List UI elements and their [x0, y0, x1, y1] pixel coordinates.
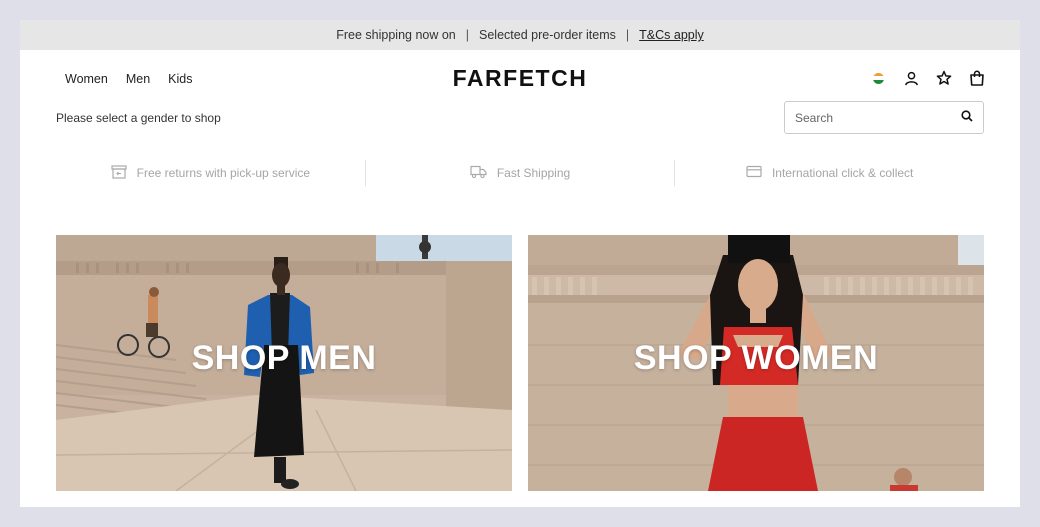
promo-terms-link[interactable]: T&Cs apply: [639, 28, 704, 42]
shop-men-banner[interactable]: SHOP MEN: [56, 235, 512, 491]
benefit-label: International click & collect: [771, 166, 914, 180]
promo-text-preorder: Selected pre-order items: [479, 28, 616, 42]
benefit-label: Free returns with pick-up service: [136, 166, 311, 180]
gender-select-note: Please select a gender to shop: [56, 111, 221, 125]
promo-separator: |: [625, 28, 630, 42]
card-icon: [746, 165, 762, 181]
benefit-shipping: Fast Shipping: [364, 160, 675, 186]
wishlist-star-icon[interactable]: [936, 70, 952, 86]
search-icon[interactable]: [961, 109, 973, 127]
promo-text-shipping: Free shipping now on: [336, 28, 456, 42]
header-actions: [870, 70, 985, 86]
shop-women-label: SHOP WOMEN: [633, 339, 879, 377]
account-icon[interactable]: [903, 70, 919, 86]
returns-box-icon: [111, 164, 127, 182]
page-frame: Free shipping now on | Selected pre-orde…: [20, 20, 1020, 507]
search-box: [784, 101, 984, 134]
india-flag-icon[interactable]: [870, 70, 886, 86]
benefit-returns: Free returns with pick-up service: [56, 160, 365, 186]
benefit-click-collect: International click & collect: [674, 160, 984, 186]
benefits-strip: Free returns with pick-up service Fast S…: [56, 160, 984, 186]
search-input[interactable]: [795, 110, 961, 125]
truck-icon: [470, 165, 487, 182]
shopping-bag-icon[interactable]: [969, 70, 985, 86]
shop-women-banner[interactable]: SHOP WOMEN: [528, 235, 984, 491]
shop-men-label: SHOP MEN: [191, 339, 377, 377]
promo-separator: |: [465, 28, 470, 42]
benefit-label: Fast Shipping: [496, 166, 571, 180]
promo-bar: Free shipping now on | Selected pre-orde…: [20, 20, 1020, 50]
